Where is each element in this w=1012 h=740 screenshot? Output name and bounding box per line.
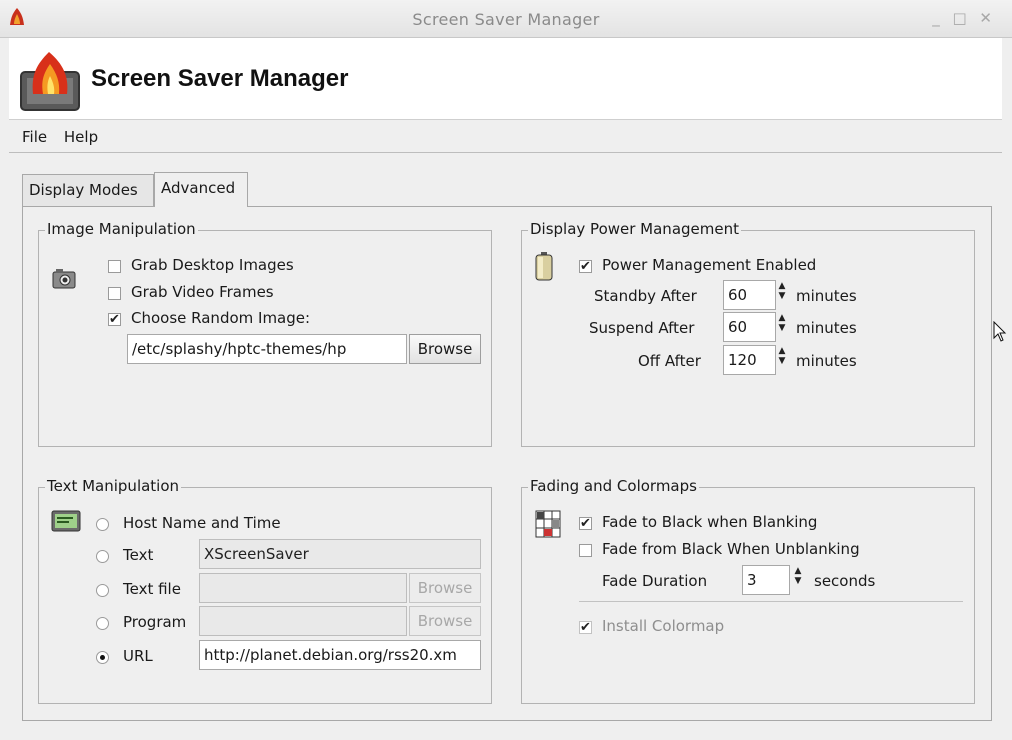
install-colormap-label: Install Colormap [602, 617, 725, 635]
fade-duration-label: Fade Duration [602, 572, 708, 590]
off-spinner[interactable]: ▲ ▼ [776, 346, 788, 374]
browse-image-button[interactable]: Browse [409, 334, 481, 364]
menu-separator [9, 152, 1002, 153]
title-bar: Screen Saver Manager _ □ ✕ [0, 0, 1012, 38]
browse-program-button[interactable]: Browse [409, 606, 481, 636]
group-title: Image Manipulation [45, 220, 198, 238]
tab-display-modes[interactable]: Display Modes [22, 174, 154, 206]
monitor-text-icon [51, 510, 81, 538]
fading-separator [579, 601, 963, 602]
text-manipulation-group: Text Manipulation Host Name and Time Tex… [38, 477, 492, 704]
standby-input[interactable]: 60 [723, 280, 776, 310]
text-file-radio[interactable] [96, 584, 109, 597]
program-radio[interactable] [96, 617, 109, 630]
install-colormap-checkbox[interactable]: ✔ [579, 621, 592, 634]
program-input[interactable] [199, 606, 407, 636]
fade-duration-unit: seconds [814, 572, 876, 590]
text-file-input[interactable] [199, 573, 407, 603]
tab-advanced[interactable]: Advanced [154, 172, 248, 207]
suspend-unit: minutes [796, 319, 857, 337]
power-enabled-checkbox[interactable]: ✔ [579, 260, 592, 273]
image-manipulation-group: Image Manipulation Grab Desktop Images G… [38, 220, 492, 447]
fade-to-black-checkbox[interactable]: ✔ [579, 517, 592, 530]
fade-grid-icon [535, 510, 561, 542]
text-input[interactable]: XScreenSaver [199, 539, 481, 569]
fade-to-black-label: Fade to Black when Blanking [602, 513, 818, 531]
grab-video-label: Grab Video Frames [131, 283, 274, 301]
host-name-radio[interactable] [96, 518, 109, 531]
program-label: Program [123, 613, 187, 631]
advanced-panel: Image Manipulation Grab Desktop Images G… [22, 206, 992, 721]
power-management-group: Display Power Management ✔ Power Managem… [521, 220, 975, 447]
menu-help[interactable]: Help [64, 128, 98, 146]
menu-file[interactable]: File [22, 128, 47, 146]
battery-icon [535, 251, 553, 285]
mouse-cursor-icon [993, 320, 1007, 347]
flame-icon [19, 50, 81, 116]
off-input[interactable]: 120 [723, 345, 776, 375]
fade-duration-input[interactable]: 3 [742, 565, 790, 595]
fade-duration-spinner[interactable]: ▲ ▼ [792, 566, 804, 594]
text-radio[interactable] [96, 550, 109, 563]
text-file-label: Text file [123, 580, 181, 598]
header-banner: Screen Saver Manager [9, 38, 1002, 120]
window-controls[interactable]: _ □ ✕ [932, 9, 996, 27]
image-path-input[interactable]: /etc/splashy/hptc-themes/hp [127, 334, 407, 364]
fading-group: Fading and Colormaps ✔ Fade to Black whe… [521, 477, 975, 704]
off-label: Off After [638, 352, 701, 370]
choose-random-checkbox[interactable]: ✔ [108, 313, 121, 326]
fade-from-black-checkbox[interactable] [579, 544, 592, 557]
page-title: Screen Saver Manager [91, 65, 349, 92]
browse-text-file-button[interactable]: Browse [409, 573, 481, 603]
host-name-label: Host Name and Time [123, 514, 281, 532]
fade-from-black-label: Fade from Black When Unblanking [602, 540, 860, 558]
power-enabled-label: Power Management Enabled [602, 256, 817, 274]
standby-spinner[interactable]: ▲ ▼ [776, 281, 788, 309]
grab-desktop-checkbox[interactable] [108, 260, 121, 273]
choose-random-label: Choose Random Image: [131, 309, 311, 327]
text-label: Text [123, 546, 154, 564]
off-unit: minutes [796, 352, 857, 370]
group-title: Fading and Colormaps [528, 477, 699, 495]
suspend-input[interactable]: 60 [723, 312, 776, 342]
url-radio[interactable] [96, 651, 109, 664]
url-label: URL [123, 647, 153, 665]
suspend-spinner[interactable]: ▲ ▼ [776, 313, 788, 341]
group-title: Text Manipulation [45, 477, 182, 495]
standby-label: Standby After [594, 287, 697, 305]
suspend-label: Suspend After [589, 319, 695, 337]
standby-unit: minutes [796, 287, 857, 305]
menu-bar: File Help [22, 128, 110, 150]
camera-icon [52, 267, 76, 293]
url-input[interactable]: http://planet.debian.org/rss20.xm [199, 640, 481, 670]
grab-video-checkbox[interactable] [108, 287, 121, 300]
window-title: Screen Saver Manager [412, 10, 600, 29]
grab-desktop-label: Grab Desktop Images [131, 256, 294, 274]
group-title: Display Power Management [528, 220, 741, 238]
